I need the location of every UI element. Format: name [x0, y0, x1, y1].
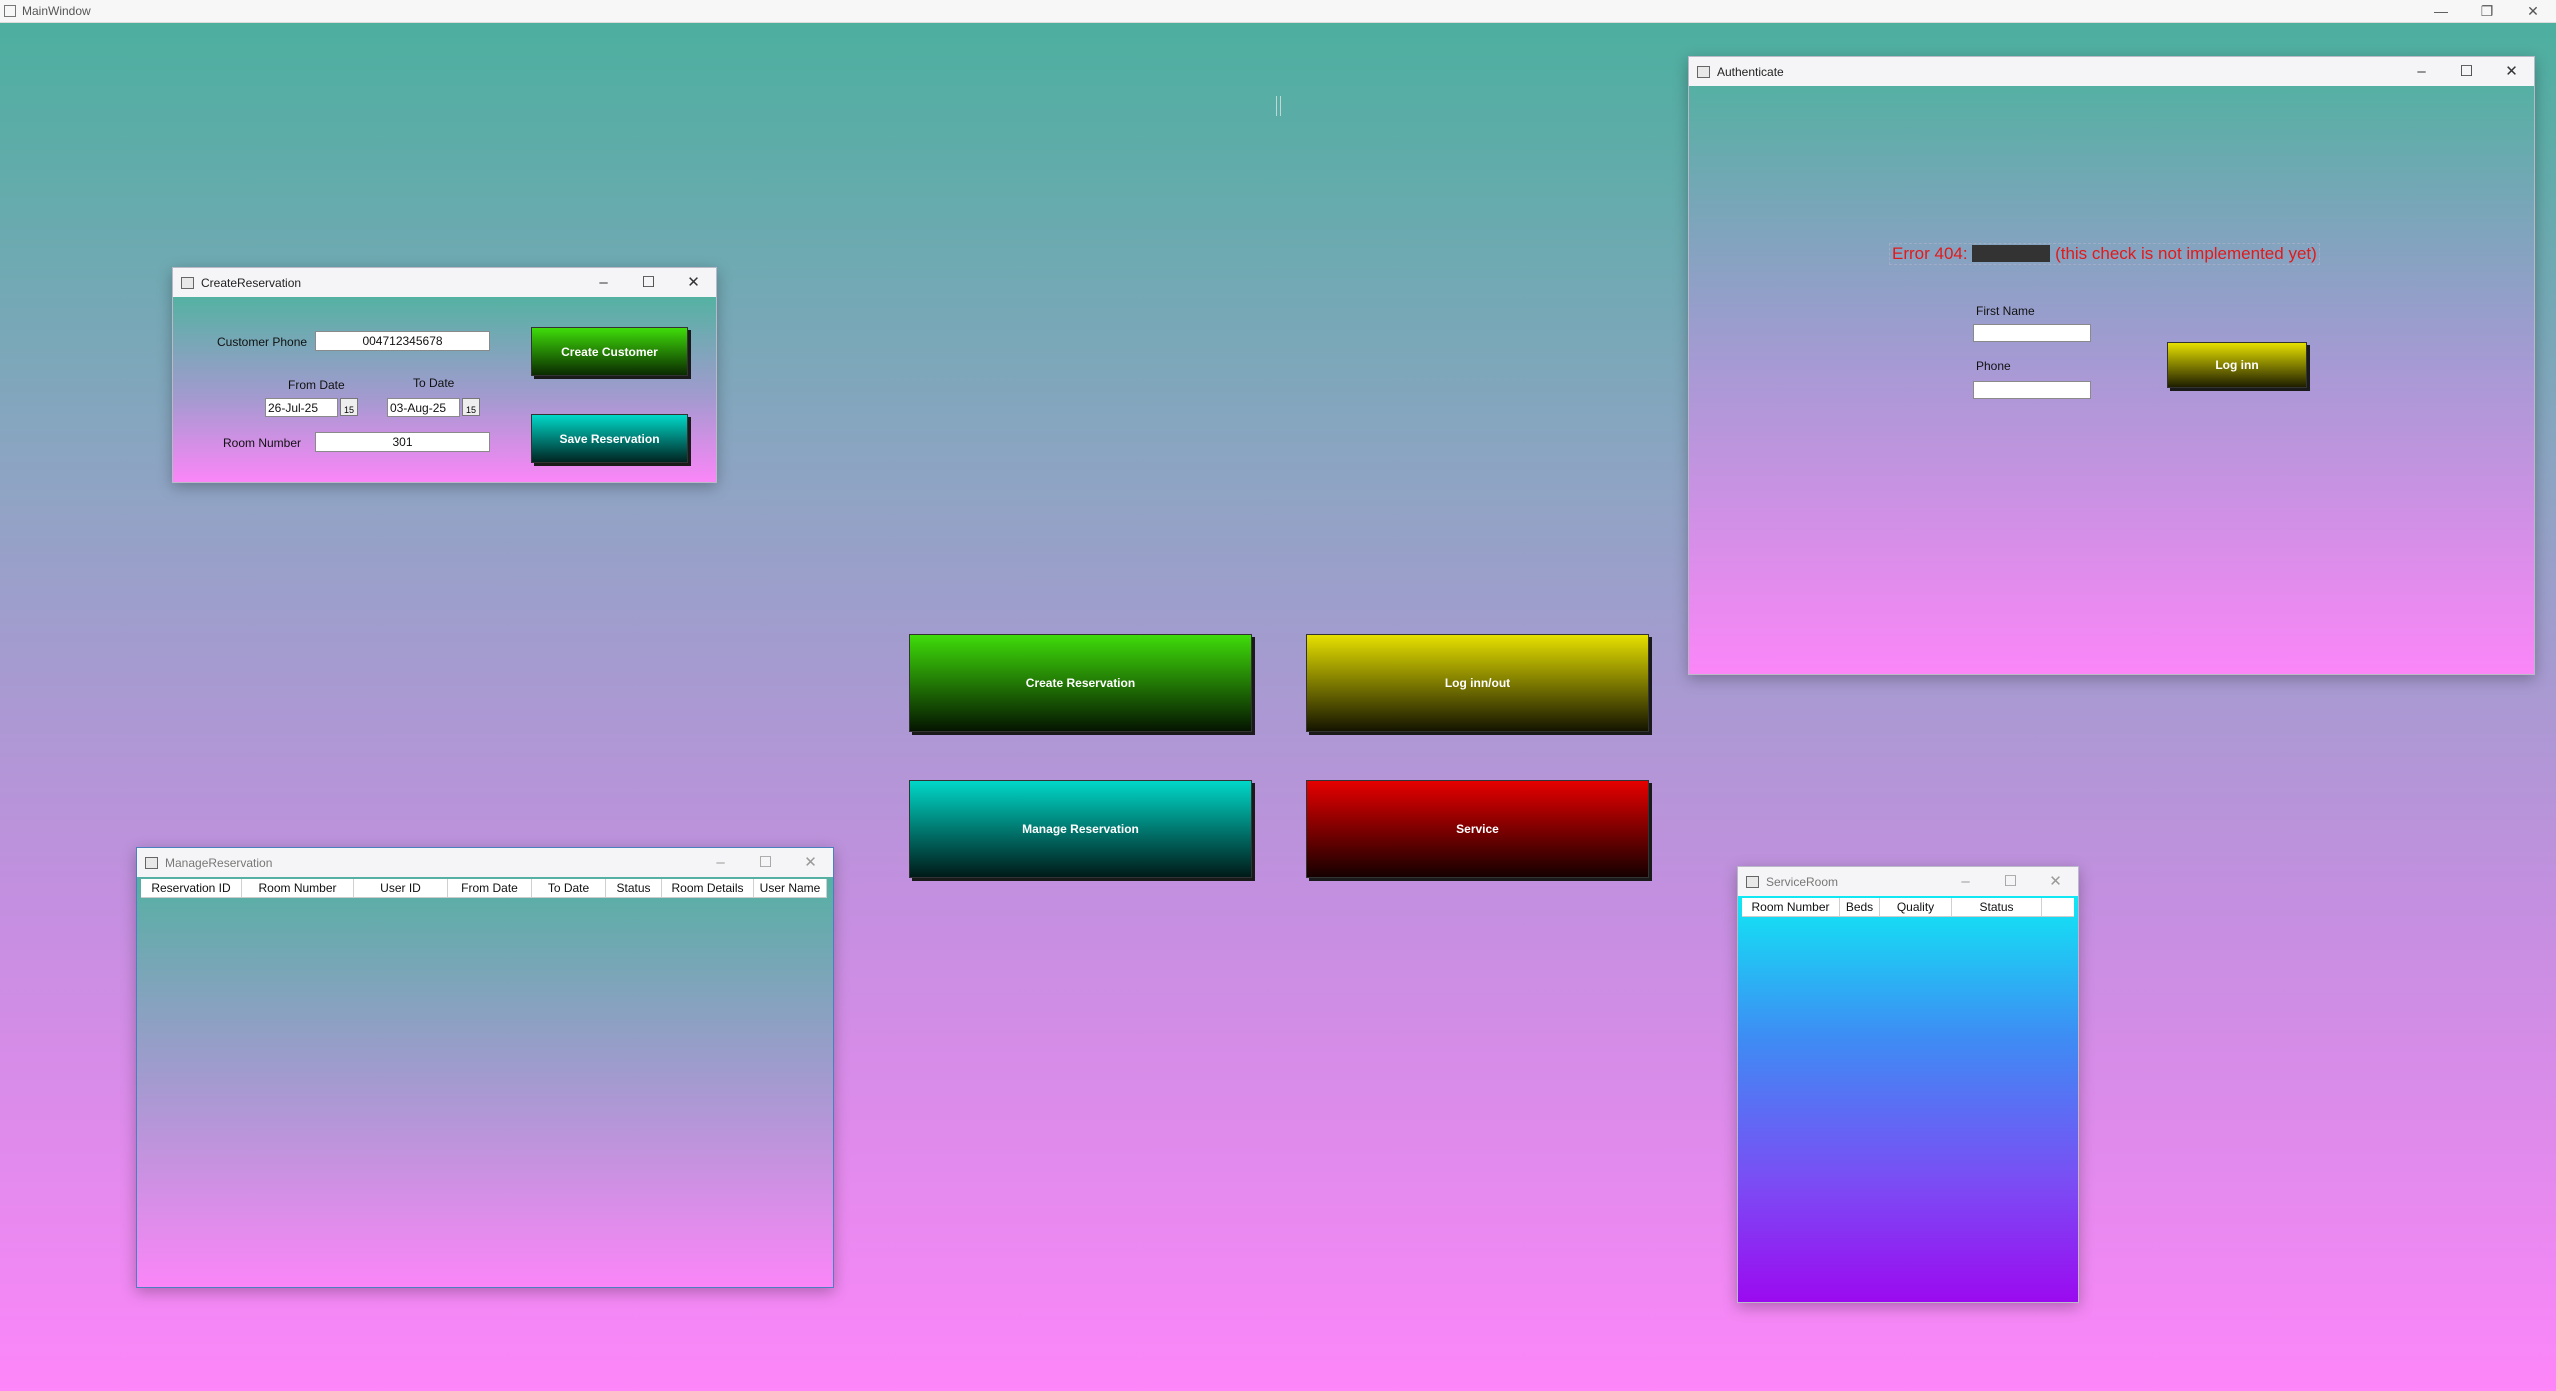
authenticate-titlebar[interactable]: Authenticate – ☐ ✕ — [1689, 57, 2534, 86]
window-icon — [181, 276, 194, 289]
column-header[interactable]: Reservation ID — [141, 879, 242, 897]
maximize-icon[interactable]: ☐ — [626, 268, 671, 297]
column-header[interactable]: Room Details — [662, 879, 754, 897]
column-header[interactable]: User Name — [754, 879, 827, 897]
close-icon[interactable]: ✕ — [2510, 0, 2556, 22]
first-name-label: First Name — [1976, 304, 2035, 318]
minimize-icon[interactable]: – — [2399, 57, 2444, 86]
manage-reservation-button[interactable]: Manage Reservation — [909, 780, 1252, 878]
maximize-icon[interactable]: ☐ — [1988, 867, 2033, 896]
column-header[interactable]: Room Number — [1742, 898, 1840, 916]
minimize-icon[interactable]: – — [698, 848, 743, 877]
phone-input[interactable] — [1973, 381, 2091, 399]
window-title: CreateReservation — [201, 275, 302, 290]
main-window-title: MainWindow — [22, 4, 91, 18]
column-header[interactable]: To Date — [532, 879, 606, 897]
minimize-icon[interactable]: — — [2418, 0, 2464, 22]
service-room-titlebar[interactable]: ServiceRoom – ☐ ✕ — [1738, 867, 2078, 896]
reservation-grid-header: Reservation ID Room Number User ID From Dat… — [141, 879, 827, 898]
create-reservation-titlebar[interactable]: CreateReservation – ☐ ✕ — [173, 268, 716, 297]
customer-phone-label: Customer Phone — [217, 335, 308, 349]
calendar-icon[interactable]: 15 — [340, 398, 358, 416]
resize-grip[interactable] — [1276, 96, 1281, 116]
manage-reservation-window: ManageReservation – ☐ ✕ Reservation ID Ro… — [136, 847, 834, 1288]
window-icon — [1697, 65, 1710, 78]
column-header[interactable]: Beds — [1840, 898, 1880, 916]
reservation-grid[interactable]: Reservation ID Room Number User ID From Dat… — [137, 877, 833, 1287]
to-date-label: To Date — [413, 376, 455, 390]
from-date-picker[interactable]: 26-Jul-25 — [265, 398, 338, 417]
save-reservation-button[interactable]: Save Reservation — [531, 414, 688, 463]
column-header[interactable]: Room Number — [242, 879, 354, 897]
close-icon[interactable]: ✕ — [2489, 57, 2534, 86]
close-icon[interactable]: ✕ — [2033, 867, 2078, 896]
close-icon[interactable]: ✕ — [671, 268, 716, 297]
minimize-icon[interactable]: – — [1943, 867, 1988, 896]
service-button[interactable]: Service — [1306, 780, 1649, 878]
create-reservation-button[interactable]: Create Reservation — [909, 634, 1252, 732]
column-header[interactable]: User ID — [354, 879, 448, 897]
calendar-icon[interactable]: 15 — [462, 398, 480, 416]
room-number-label: Room Number — [223, 436, 302, 450]
restore-icon[interactable]: ❐ — [2464, 0, 2510, 22]
manage-reservation-titlebar[interactable]: ManageReservation – ☐ ✕ — [137, 848, 833, 877]
app-icon — [4, 5, 16, 17]
create-customer-button[interactable]: Create Customer — [531, 327, 688, 376]
customer-phone-input[interactable]: 004712345678 — [315, 331, 490, 351]
room-number-input[interactable]: 301 — [315, 432, 490, 452]
window-icon — [145, 856, 158, 869]
log-in-out-button[interactable]: Log inn/out — [1306, 634, 1649, 732]
main-window-titlebar: MainWindow — ❐ ✕ — [0, 0, 2556, 23]
create-reservation-window: CreateReservation – ☐ ✕ Customer Phone 0… — [172, 267, 717, 483]
first-name-input[interactable] — [1973, 324, 2091, 342]
to-date-picker[interactable]: 03-Aug-25 — [387, 398, 460, 417]
column-header[interactable]: Quality — [1880, 898, 1952, 916]
window-title: Authenticate — [1717, 64, 1784, 79]
authenticate-window: Authenticate – ☐ ✕ Error 404: (this chec… — [1688, 56, 2535, 675]
error-prefix: Error 404: — [1892, 244, 1968, 263]
error-message: Error 404: (this check is not implemente… — [1889, 243, 2320, 265]
maximize-icon[interactable]: ☐ — [2444, 57, 2489, 86]
room-grid-header: Room Number Beds Quality Status — [1742, 898, 2074, 917]
service-room-window: ServiceRoom – ☐ ✕ Room Number Beds Quality… — [1737, 866, 2079, 1303]
window-title: ServiceRoom — [1766, 874, 1839, 889]
error-suffix: (this check is not implemented yet) — [2055, 244, 2317, 263]
login-button[interactable]: Log inn — [2167, 342, 2307, 388]
close-icon[interactable]: ✕ — [788, 848, 833, 877]
maximize-icon[interactable]: ☐ — [743, 848, 788, 877]
window-title: ManageReservation — [165, 855, 273, 870]
column-header[interactable]: Status — [1952, 898, 2042, 916]
from-date-label: From Date — [288, 378, 345, 392]
room-grid[interactable]: Room Number Beds Quality Status — [1738, 896, 2078, 1302]
phone-label: Phone — [1976, 359, 2011, 373]
minimize-icon[interactable]: – — [581, 268, 626, 297]
column-header[interactable]: From Date — [448, 879, 532, 897]
column-header[interactable]: Status — [606, 879, 662, 897]
redacted-value — [1972, 245, 2051, 262]
window-icon — [1746, 875, 1759, 888]
main-caption-buttons: — ❐ ✕ — [2418, 0, 2556, 22]
